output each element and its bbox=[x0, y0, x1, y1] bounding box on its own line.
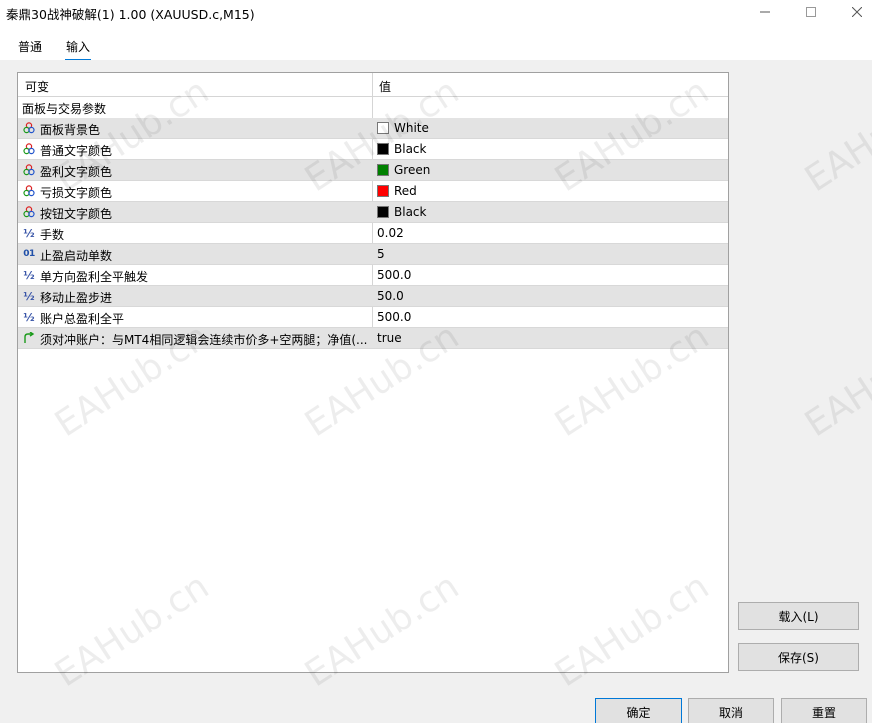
load-button[interactable]: 载入(L) bbox=[738, 602, 859, 630]
group-row: 面板与交易参数 bbox=[18, 97, 728, 118]
parameter-row[interactable]: 须对冲账户：与MT4相同逻辑会连续市价多+空两腿；净值(... true bbox=[18, 328, 728, 349]
parameter-value-text: White bbox=[394, 121, 429, 135]
parameter-value-text: 0.02 bbox=[377, 226, 404, 240]
parameter-value-text: 5 bbox=[377, 247, 385, 261]
tab-common[interactable]: 普通 bbox=[18, 38, 42, 55]
parameter-value[interactable]: 500.0 bbox=[377, 310, 411, 324]
parameter-row[interactable]: 普通文字颜色 Black bbox=[18, 139, 728, 160]
color-icon bbox=[22, 121, 36, 135]
parameter-row[interactable]: ½ 移动止盈步进 50.0 bbox=[18, 286, 728, 307]
parameter-value[interactable]: 5 bbox=[377, 247, 385, 261]
parameter-name: 账户总盈利全平 bbox=[40, 312, 125, 326]
minimize-button[interactable] bbox=[742, 0, 788, 24]
parameter-value[interactable]: Red bbox=[377, 184, 417, 198]
parameter-name: 手数 bbox=[40, 228, 65, 242]
parameter-name: 面板背景色 bbox=[40, 123, 101, 137]
maximize-button[interactable] bbox=[788, 0, 834, 24]
tab-inputs[interactable]: 输入 bbox=[64, 38, 92, 61]
reset-button[interactable]: 重置 bbox=[781, 698, 867, 723]
parameter-name: 按钮文字颜色 bbox=[40, 207, 113, 221]
color-icon bbox=[22, 205, 36, 219]
minimize-icon bbox=[760, 11, 770, 13]
color-icon bbox=[22, 163, 36, 177]
parameter-value-text: Red bbox=[394, 184, 417, 198]
close-button[interactable] bbox=[834, 0, 872, 24]
parameter-name: 单方向盈利全平触发 bbox=[40, 270, 149, 284]
close-icon bbox=[852, 7, 862, 17]
integer-icon: 01 bbox=[23, 248, 35, 259]
fraction-icon: ½ bbox=[23, 268, 35, 282]
parameter-value-text: 500.0 bbox=[377, 268, 412, 282]
tab-strip: 普通 输入 bbox=[0, 26, 872, 61]
color-swatch bbox=[377, 122, 389, 134]
parameter-name: 普通文字颜色 bbox=[40, 144, 113, 158]
parameter-name: 止盈启动单数 bbox=[40, 249, 113, 263]
parameter-value-text: 50.0 bbox=[377, 289, 404, 303]
parameter-value[interactable]: 50.0 bbox=[377, 289, 404, 303]
parameter-name: 须对冲账户：与MT4相同逻辑会连续市价多+空两腿；净值(... bbox=[40, 333, 368, 347]
grid-header: 可变 值 bbox=[18, 73, 728, 97]
color-icon bbox=[22, 142, 36, 156]
save-button[interactable]: 保存(S) bbox=[738, 643, 859, 671]
color-icon bbox=[22, 184, 36, 198]
parameter-row[interactable]: ½ 手数 0.02 bbox=[18, 223, 728, 244]
fraction-icon: ½ bbox=[23, 289, 35, 303]
parameter-row[interactable]: 按钮文字颜色 Black bbox=[18, 202, 728, 223]
parameter-value[interactable]: Black bbox=[377, 205, 426, 219]
title-bar: 秦鼎30战神破解(1) 1.00 (XAUUSD.c,M15) bbox=[0, 0, 872, 26]
parameter-value-text: Green bbox=[394, 163, 431, 177]
parameter-value[interactable]: Green bbox=[377, 163, 430, 177]
parameter-value-text: Black bbox=[394, 142, 427, 156]
parameters-grid: 可变 值 面板与交易参数 面板背景色 White 普通文字颜色 Black 盈利文字颜色… bbox=[17, 72, 729, 673]
color-swatch bbox=[377, 164, 389, 176]
parameter-value[interactable]: White bbox=[377, 121, 429, 135]
parameter-row[interactable]: 面板背景色 White bbox=[18, 118, 728, 139]
boolean-icon bbox=[22, 331, 36, 345]
parameter-value-text: Black bbox=[394, 205, 427, 219]
parameter-value[interactable]: true bbox=[377, 331, 402, 345]
parameter-name: 盈利文字颜色 bbox=[40, 165, 113, 179]
parameter-value-text: 500.0 bbox=[377, 310, 412, 324]
color-swatch bbox=[377, 185, 389, 197]
parameter-row[interactable]: ½ 单方向盈利全平触发 500.0 bbox=[18, 265, 728, 286]
parameter-row[interactable]: 亏损文字颜色 Red bbox=[18, 181, 728, 202]
window-title: 秦鼎30战神破解(1) 1.00 (XAUUSD.c,M15) bbox=[6, 7, 255, 22]
column-variable-header[interactable]: 可变 bbox=[25, 78, 49, 95]
parameter-value-text: true bbox=[377, 331, 402, 345]
color-swatch bbox=[377, 143, 389, 155]
fraction-icon: ½ bbox=[23, 310, 35, 324]
parameter-value[interactable]: Black bbox=[377, 142, 426, 156]
maximize-icon bbox=[806, 7, 816, 17]
group-label: 面板与交易参数 bbox=[22, 102, 107, 116]
parameter-value[interactable]: 500.0 bbox=[377, 268, 411, 282]
parameter-row[interactable]: 01 止盈启动单数 5 bbox=[18, 244, 728, 265]
color-swatch bbox=[377, 206, 389, 218]
fraction-icon: ½ bbox=[23, 226, 35, 240]
parameter-name: 亏损文字颜色 bbox=[40, 186, 113, 200]
parameter-row[interactable]: 盈利文字颜色 Green bbox=[18, 160, 728, 181]
parameter-name: 移动止盈步进 bbox=[40, 291, 113, 305]
column-value-header[interactable]: 值 bbox=[379, 78, 391, 95]
parameter-row[interactable]: ½ 账户总盈利全平 500.0 bbox=[18, 307, 728, 328]
parameter-value[interactable]: 0.02 bbox=[377, 226, 404, 240]
cancel-button[interactable]: 取消 bbox=[688, 698, 774, 723]
ok-button[interactable]: 确定 bbox=[595, 698, 682, 723]
